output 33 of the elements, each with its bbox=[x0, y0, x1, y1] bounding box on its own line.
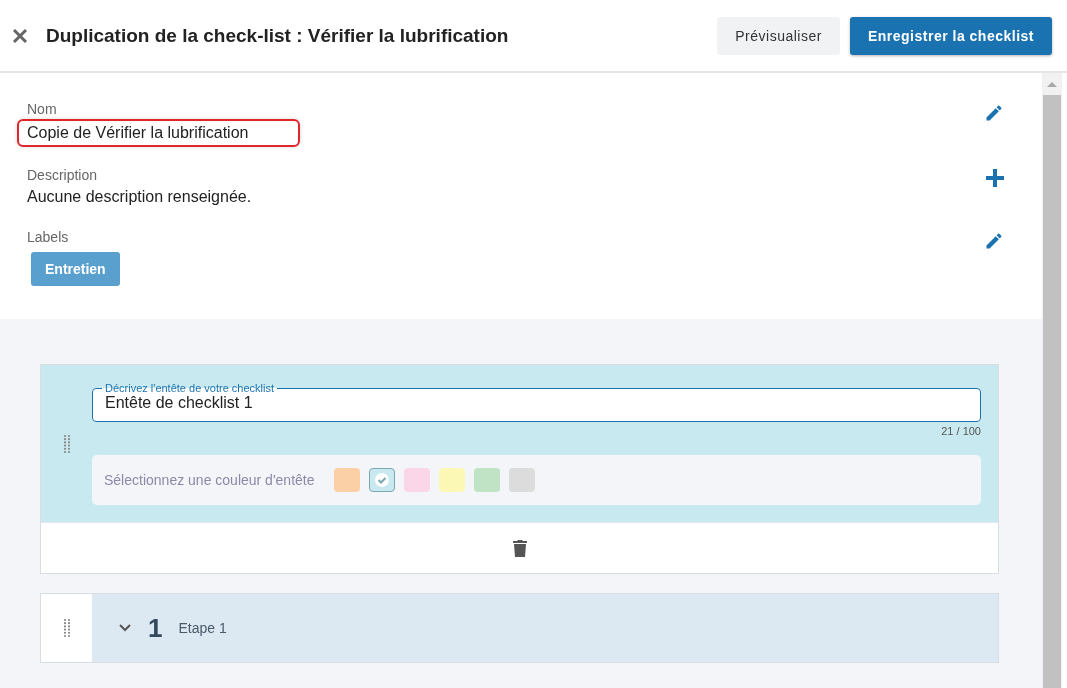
step-number: 1 bbox=[148, 612, 163, 644]
chevron-icon[interactable] bbox=[118, 623, 132, 633]
color-swatch[interactable] bbox=[473, 468, 500, 492]
preview-button[interactable]: Prévisualiser bbox=[717, 16, 840, 55]
scrollbar-thumb[interactable] bbox=[1043, 95, 1061, 688]
character-counter: 21 / 100 bbox=[940, 425, 981, 437]
color-swatch[interactable] bbox=[508, 468, 535, 492]
close-icon[interactable] bbox=[12, 27, 28, 44]
color-swatch[interactable] bbox=[368, 468, 395, 492]
drag-handle-icon[interactable] bbox=[62, 618, 71, 638]
drag-handle-icon[interactable] bbox=[62, 433, 71, 454]
save-button[interactable]: Enregistrer la checklist bbox=[849, 16, 1052, 55]
pencil-icon[interactable] bbox=[984, 231, 1004, 251]
trash-icon[interactable] bbox=[512, 539, 527, 557]
field-value: Aucune description renseignée. bbox=[27, 187, 252, 207]
field-label: Nom bbox=[27, 101, 58, 117]
plus-icon[interactable] bbox=[986, 169, 1004, 187]
field-label: Labels bbox=[27, 229, 70, 245]
step-header[interactable]: 1 Etape 1 bbox=[92, 594, 998, 662]
scroll-up-arrow-icon[interactable] bbox=[1047, 81, 1057, 87]
step-title: Etape 1 bbox=[178, 620, 227, 636]
color-swatch[interactable] bbox=[438, 468, 465, 492]
field-value: Copie de Vérifier la lubrification bbox=[17, 119, 301, 147]
check-icon bbox=[374, 473, 389, 487]
header-text-field[interactable]: Entête de checklist 1 bbox=[105, 394, 968, 412]
color-swatch[interactable] bbox=[403, 468, 430, 492]
color-swatch[interactable] bbox=[333, 468, 360, 492]
pencil-icon[interactable] bbox=[984, 103, 1004, 123]
header-text-field[interactable]: Décrivez l'entête de votre checklist Entête de checklist 1 bbox=[92, 382, 981, 422]
field-label: Décrivez l'entête de votre checklist bbox=[104, 382, 275, 394]
field-label: Description bbox=[27, 167, 99, 183]
dialog-title: Duplication de la check-list : Vérifier la lubrification bbox=[46, 24, 510, 47]
color-prompt: Sélectionnez une couleur d'entête bbox=[104, 472, 315, 488]
